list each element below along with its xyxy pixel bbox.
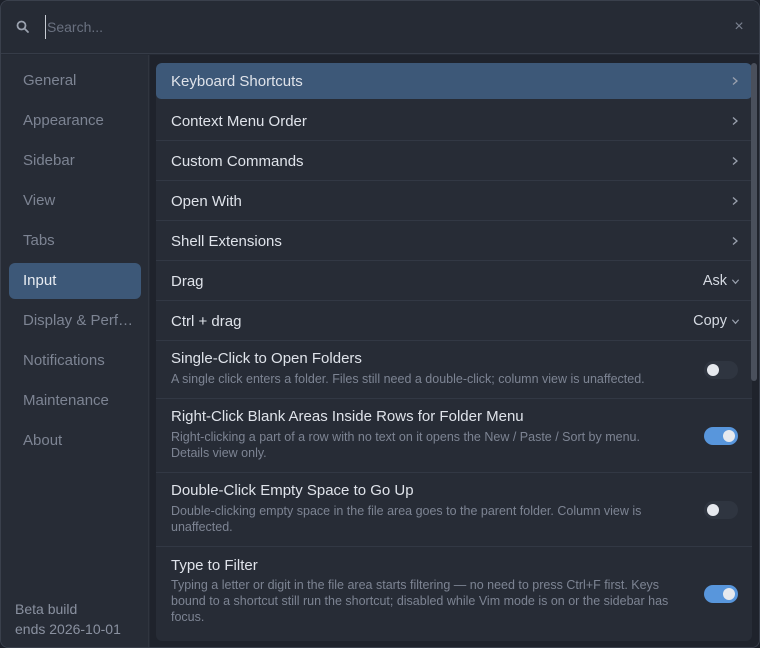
row-description: Right-clicking a part of a row with no t… xyxy=(171,430,640,460)
sidebar-item-input[interactable]: Input xyxy=(9,263,141,299)
search-bar: × xyxy=(1,1,759,54)
settings-window: × General Appearance Sidebar View Tabs I… xyxy=(0,0,760,648)
beta-build-label: Beta build xyxy=(15,601,78,617)
chevron-right-icon xyxy=(732,157,738,165)
toggle-knob xyxy=(723,430,735,442)
beta-notice: Beta build ends 2026-10-01 xyxy=(15,599,121,639)
row-label: Shell Extensions xyxy=(171,233,282,250)
chevron-right-icon xyxy=(732,77,738,85)
row-label: Single-Click to Open Folders xyxy=(171,350,362,367)
row-label: Type to Filter xyxy=(171,557,258,574)
sidebar-item-appearance[interactable]: Appearance xyxy=(9,103,141,139)
row-right-click-folder-menu: Right-Click Blank Areas Inside Rows for … xyxy=(156,399,752,473)
ctrl-drag-select[interactable]: Copy xyxy=(693,313,740,329)
toggle-knob xyxy=(707,364,719,376)
right-click-toggle[interactable] xyxy=(704,427,738,445)
row-description: Typing a letter or digit in the file are… xyxy=(171,578,669,624)
row-label: Custom Commands xyxy=(171,153,304,170)
row-keyboard-shortcuts[interactable]: Keyboard Shortcuts xyxy=(156,63,752,99)
sidebar-item-tabs[interactable]: Tabs xyxy=(9,223,141,259)
row-open-with[interactable]: Open With xyxy=(156,181,752,221)
double-click-toggle[interactable] xyxy=(704,501,738,519)
close-icon[interactable]: × xyxy=(731,19,747,35)
ctrl-drag-select-value: Copy xyxy=(693,313,727,329)
sidebar-item-display-performance[interactable]: Display & Performance xyxy=(9,303,141,339)
row-description: A single click enters a folder. Files st… xyxy=(171,372,645,386)
type-to-filter-toggle[interactable] xyxy=(704,585,738,603)
sidebar-item-about[interactable]: About xyxy=(9,423,141,459)
row-label: Context Menu Order xyxy=(171,113,307,130)
row-shell-extensions[interactable]: Shell Extensions xyxy=(156,221,752,261)
chevron-down-icon xyxy=(731,278,740,284)
search-input[interactable] xyxy=(45,15,705,39)
row-custom-commands[interactable]: Custom Commands xyxy=(156,141,752,181)
drag-select[interactable]: Ask xyxy=(703,273,740,289)
row-description: Double-clicking empty space in the file … xyxy=(171,504,642,534)
row-label: Drag xyxy=(171,273,204,290)
content-scrollbar[interactable] xyxy=(751,63,757,381)
chevron-right-icon xyxy=(732,197,738,205)
row-context-menu-order[interactable]: Context Menu Order xyxy=(156,101,752,141)
row-label: Right-Click Blank Areas Inside Rows for … xyxy=(171,408,524,425)
row-double-click-go-up: Double-Click Empty Space to Go Up Double… xyxy=(156,473,752,547)
sidebar-item-notifications[interactable]: Notifications xyxy=(9,343,141,379)
toggle-knob xyxy=(707,504,719,516)
drag-select-value: Ask xyxy=(702,273,727,289)
row-label: Open With xyxy=(171,193,242,210)
chevron-right-icon xyxy=(732,237,738,245)
row-label: Keyboard Shortcuts xyxy=(171,73,303,90)
settings-list: Keyboard Shortcuts Context Menu Order Cu… xyxy=(156,63,752,641)
row-ctrl-drag: Ctrl + drag Copy xyxy=(156,301,752,341)
toggle-knob xyxy=(723,588,735,600)
row-type-to-filter: Type to Filter Typing a letter or digit … xyxy=(156,547,752,641)
search-icon xyxy=(16,20,29,33)
row-single-click-folders: Single-Click to Open Folders A single cl… xyxy=(156,341,752,399)
sidebar-item-general[interactable]: General xyxy=(9,63,141,99)
chevron-right-icon xyxy=(732,117,738,125)
settings-sidebar: General Appearance Sidebar View Tabs Inp… xyxy=(1,55,149,647)
single-click-toggle[interactable] xyxy=(704,361,738,379)
sidebar-item-maintenance[interactable]: Maintenance xyxy=(9,383,141,419)
chevron-down-icon xyxy=(731,318,740,324)
row-label: Ctrl + drag xyxy=(171,313,242,330)
beta-expiry-label: ends 2026-10-01 xyxy=(15,621,121,637)
row-label: Double-Click Empty Space to Go Up xyxy=(171,482,414,499)
sidebar-item-sidebar[interactable]: Sidebar xyxy=(9,143,141,179)
settings-content: Keyboard Shortcuts Context Menu Order Cu… xyxy=(150,55,759,647)
row-drag: Drag Ask xyxy=(156,261,752,301)
sidebar-item-view[interactable]: View xyxy=(9,183,141,219)
